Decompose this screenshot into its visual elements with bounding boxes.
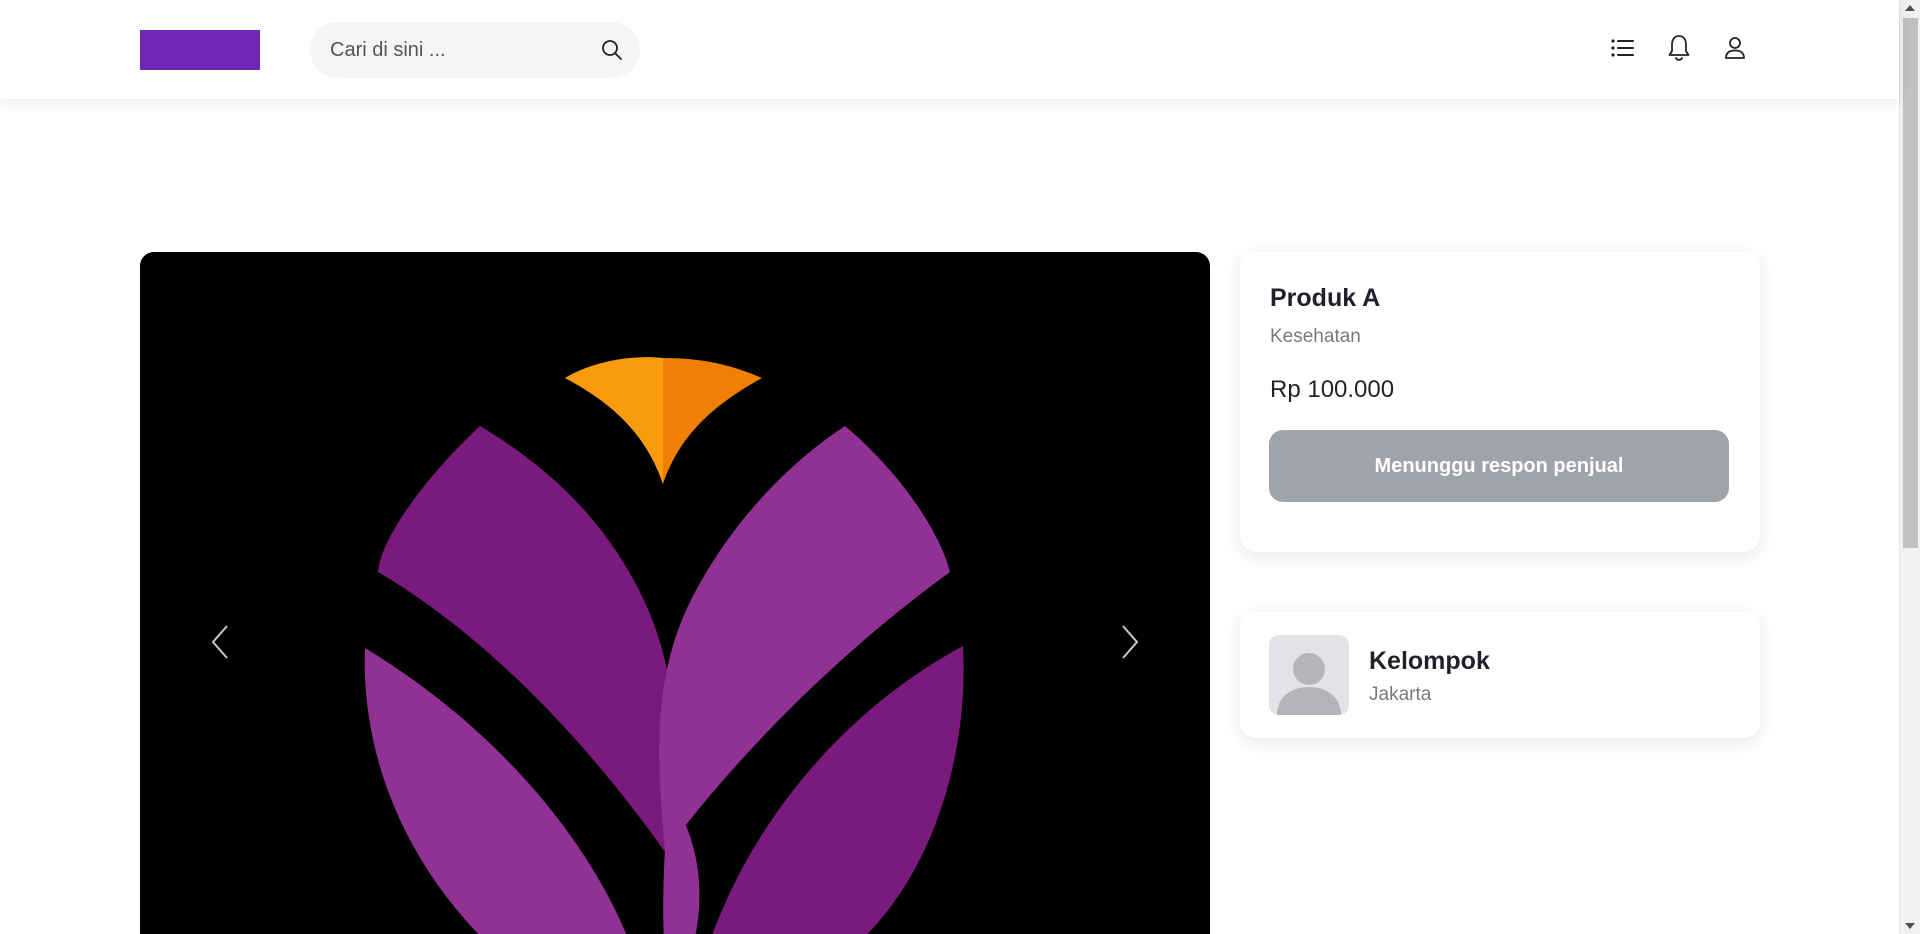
user-icon[interactable] [1721,33,1749,63]
scroll-down-arrow-icon[interactable] [1905,923,1915,929]
seller-avatar [1269,635,1349,715]
search-input[interactable] [330,38,580,62]
search-icon[interactable] [598,36,626,64]
orange-bud-left [565,357,663,484]
brand-logo[interactable] [140,30,260,70]
list-icon[interactable] [1609,33,1637,63]
orange-bud-right [663,358,762,484]
seller-location: Jakarta [1369,684,1432,705]
product-image [364,357,964,934]
carousel-next-button[interactable] [1110,602,1150,682]
awaiting-seller-response-button[interactable]: Menunggu respon penjual [1269,430,1729,502]
top-navbar [0,0,1899,99]
product-name: Produk A [1270,284,1381,312]
product-image-carousel [140,252,1210,934]
product-price: Rp 100.000 [1270,376,1395,403]
scroll-up-arrow-icon[interactable] [1905,5,1915,11]
chevron-left-icon [211,625,228,659]
search-bar [310,22,640,78]
carousel-prev-button[interactable] [200,602,240,682]
petal-center [663,812,700,934]
product-category: Kesehatan [1270,326,1361,347]
product-info-card: Produk A Kesehatan Rp 100.000 Menunggu r… [1240,252,1760,552]
chevron-right-icon [1122,625,1139,659]
bell-icon[interactable] [1665,33,1693,63]
page: Produk A Kesehatan Rp 100.000 Menunggu r… [0,0,1920,934]
scroll-thumb[interactable] [1903,18,1918,548]
seller-card[interactable]: Kelompok Jakarta [1240,612,1760,738]
page-scrollbar[interactable] [1899,0,1920,934]
seller-name: Kelompok [1369,647,1490,675]
user-placeholder-icon [1277,653,1341,715]
nav-icons [1609,33,1749,63]
